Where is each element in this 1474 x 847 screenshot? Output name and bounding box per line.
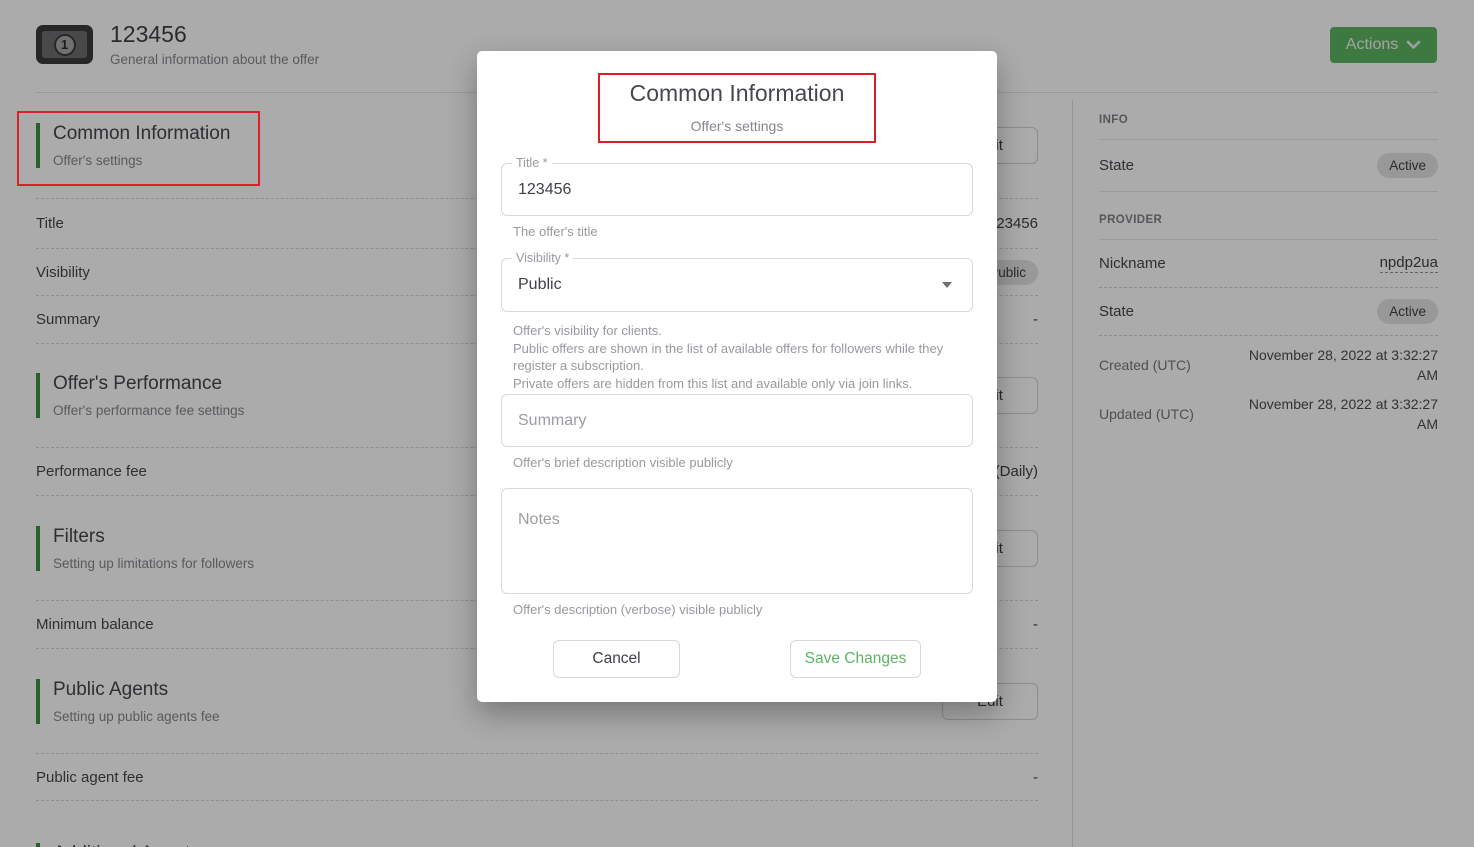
visibility-field[interactable]: Visibility * Public (501, 258, 973, 312)
visibility-helper-text: Offer's visibility for clients. Public o… (501, 322, 973, 392)
summary-input[interactable] (502, 395, 972, 446)
visibility-helper-line: Private offers are hidden from this list… (501, 375, 973, 393)
visibility-field-label: Visibility * (512, 251, 573, 265)
notes-textarea[interactable] (502, 489, 972, 593)
visibility-helper-line: Public offers are shown in the list of a… (501, 340, 973, 375)
notes-helper-text: Offer's description (verbose) visible pu… (501, 602, 973, 618)
visibility-selected-value: Public (518, 276, 562, 294)
common-information-dialog: Common Information Offer's settings Titl… (477, 51, 997, 702)
cancel-button[interactable]: Cancel (553, 640, 680, 678)
dialog-actions: Cancel Save Changes (501, 640, 973, 678)
notes-field (501, 488, 973, 594)
summary-field (501, 394, 973, 447)
summary-helper-text: Offer's brief description visible public… (501, 455, 973, 471)
title-field-label: Title * (512, 156, 552, 170)
dialog-title: Common Information (501, 79, 973, 107)
title-field: Title * (501, 163, 973, 216)
visibility-helper-line: Offer's visibility for clients. (501, 322, 973, 340)
dropdown-arrow-icon (942, 282, 952, 288)
dialog-subtitle: Offer's settings (501, 117, 973, 135)
offer-details-page: 1 123456 General information about the o… (0, 0, 1474, 847)
save-changes-button[interactable]: Save Changes (790, 640, 921, 678)
title-input[interactable] (502, 164, 972, 215)
title-helper-text: The offer's title (501, 224, 973, 240)
